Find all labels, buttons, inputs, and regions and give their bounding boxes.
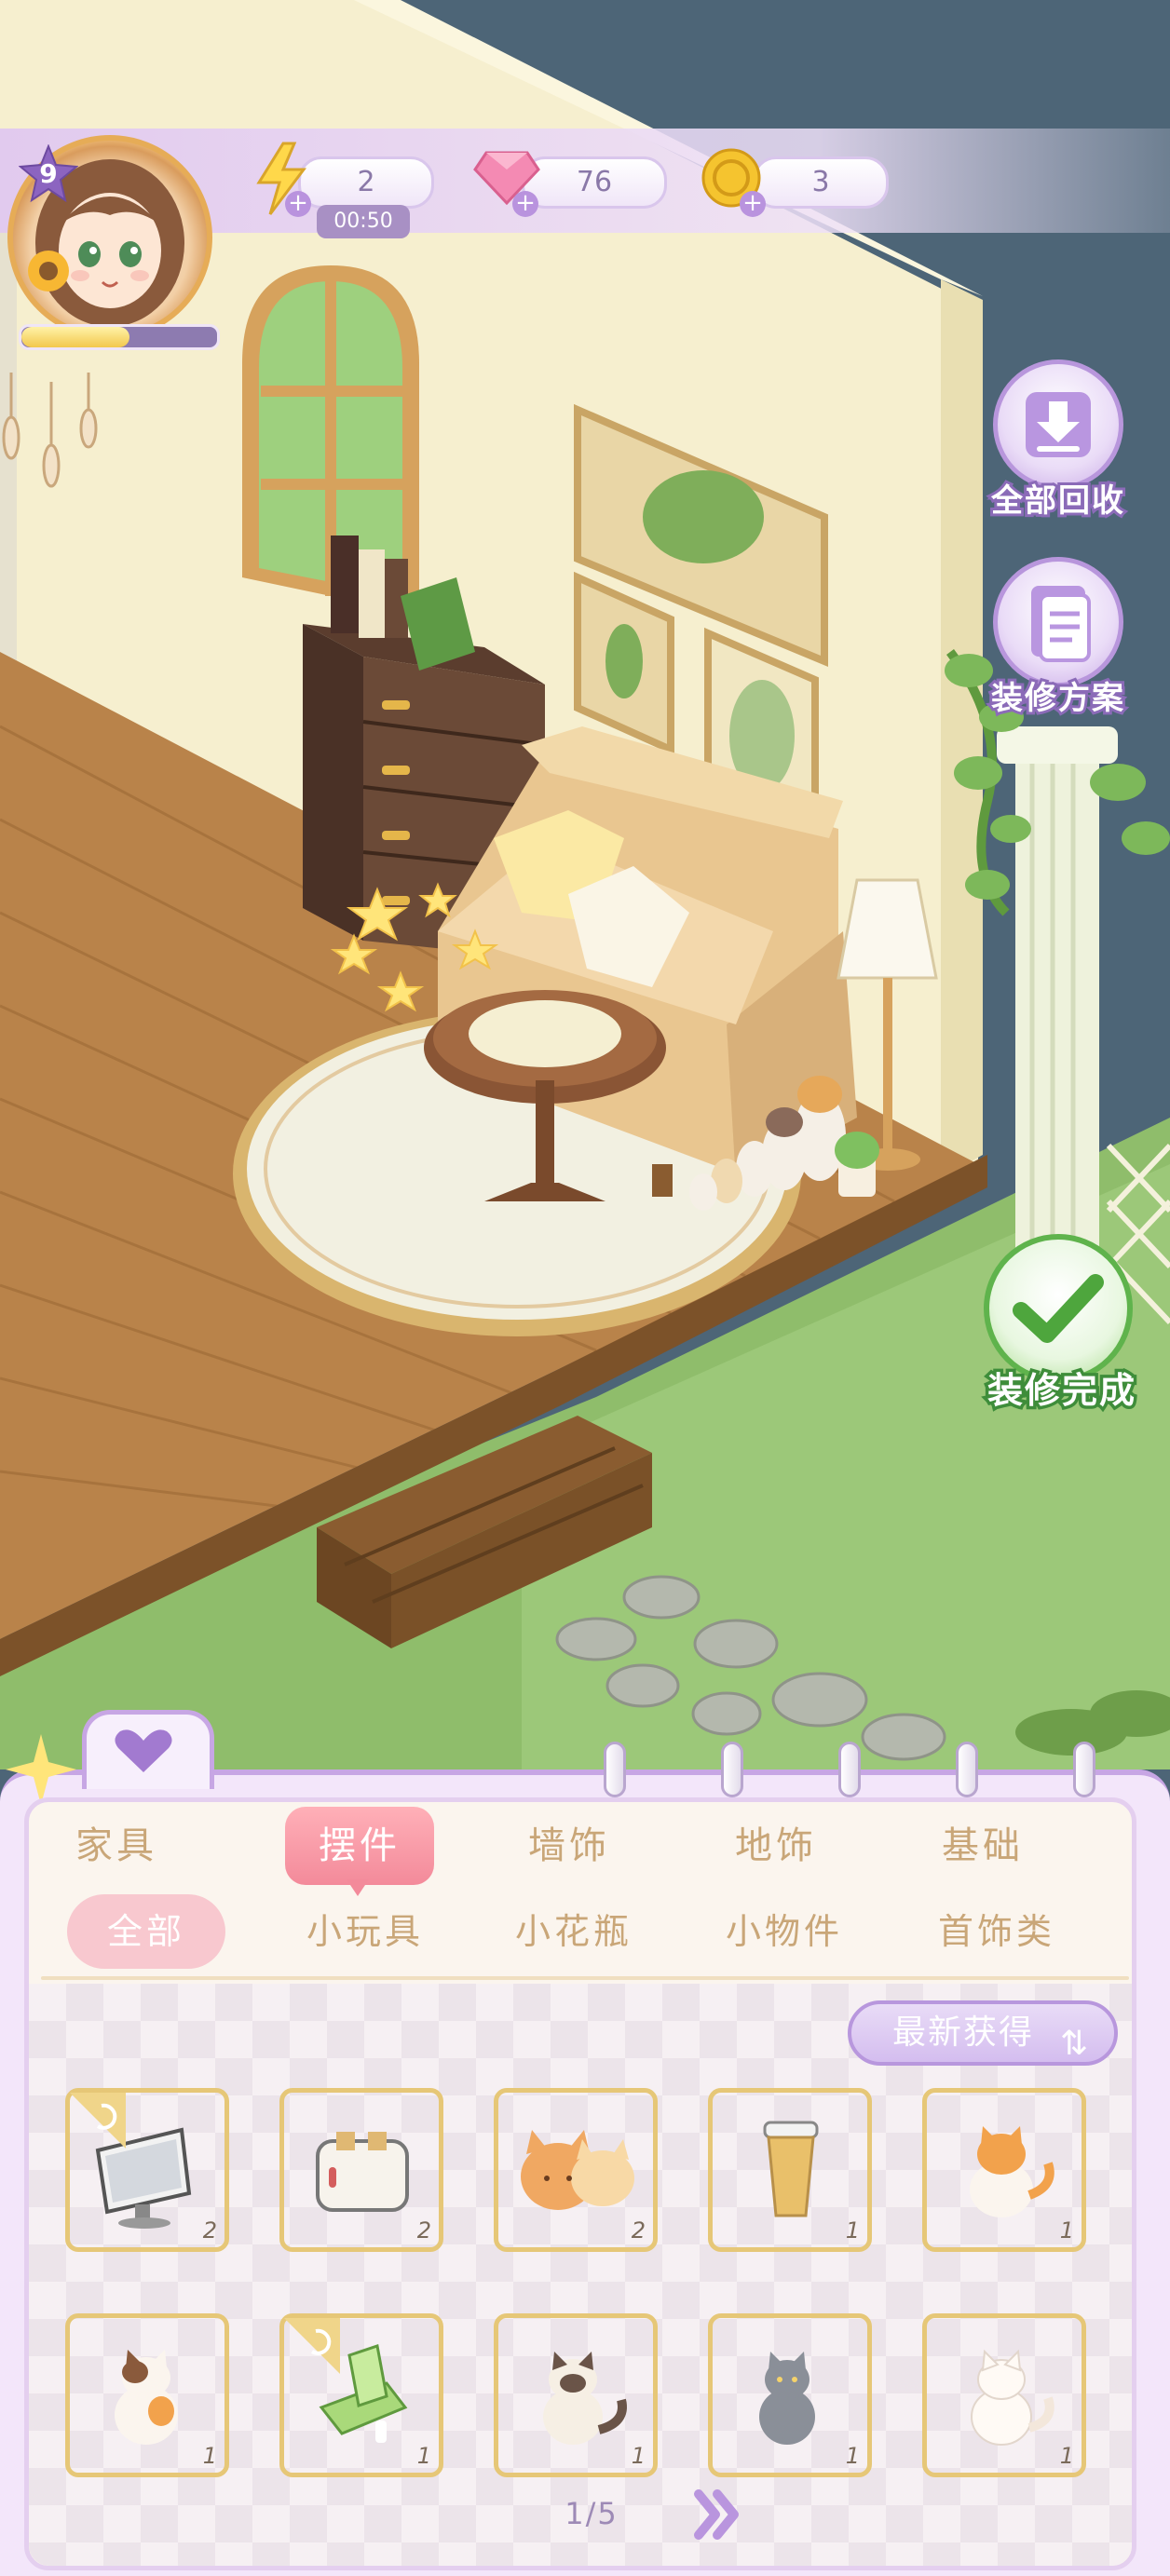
item-card-siamese-cat[interactable]: 1 <box>494 2313 658 2477</box>
cup-icon <box>763 2121 819 2217</box>
toaster-icon <box>316 2132 409 2212</box>
coin-counter[interactable]: 3 <box>753 156 889 209</box>
sort-arrows-icon: ⇅ <box>1059 2025 1090 2063</box>
finish-decor-label: 装修完成 <box>984 1367 1137 1415</box>
sub-category-tabs: 全部 小玩具 小花瓶 小物件 首饰类 <box>37 1894 1136 1978</box>
item-count: 1 <box>845 2217 860 2244</box>
checkmark-icon <box>1013 1274 1104 1343</box>
recycle-all-label: 全部回收 <box>988 480 1126 522</box>
main-category-tabs: 家具 摆件 墙饰 地饰 基础 <box>37 1807 1136 1891</box>
item-card-calico-cat[interactable]: 1 <box>65 2313 229 2477</box>
tab-basic[interactable]: 基础 <box>904 1807 1062 1885</box>
calico-cat-icon <box>115 2350 178 2445</box>
subtab-all[interactable]: 全部 <box>67 1894 225 1969</box>
binder-ring <box>721 1742 743 1797</box>
subtab-small-items[interactable]: 小物件 <box>701 1894 868 1969</box>
document-icon <box>1031 586 1091 662</box>
finish-decor-button[interactable] <box>984 1234 1133 1383</box>
item-count: 1 <box>1059 2443 1074 2469</box>
gem-value: 76 <box>576 166 613 198</box>
tab-wall-decor[interactable]: 墙饰 <box>490 1807 648 1885</box>
subtab-jewelry[interactable]: 首饰类 <box>913 1894 1081 1969</box>
binder-ring <box>604 1742 626 1797</box>
player-level: 9 <box>39 158 58 189</box>
item-card-cat-cushions[interactable]: 2 <box>494 2088 658 2252</box>
tab-ornaments[interactable]: 摆件 <box>285 1807 434 1885</box>
level-badge: 9 <box>19 144 78 204</box>
energy-counter[interactable]: 2 <box>298 156 434 209</box>
item-card-toaster[interactable]: 2 <box>279 2088 443 2252</box>
add-coin-button[interactable]: + <box>740 191 766 217</box>
refresh-corner-icon <box>70 2093 126 2149</box>
item-count: 1 <box>416 2443 431 2469</box>
item-count: 2 <box>416 2217 431 2244</box>
collapse-panel-button[interactable] <box>82 1710 214 1789</box>
item-card-green-gadget[interactable]: 1 <box>279 2313 443 2477</box>
decor-plan-button[interactable] <box>993 557 1123 687</box>
refresh-corner-icon <box>284 2318 340 2374</box>
gem-counter[interactable]: 76 <box>522 156 667 209</box>
next-page-icon[interactable] <box>689 2487 745 2542</box>
cat-cushion-icon <box>521 2130 634 2210</box>
energy-value: 2 <box>357 166 375 198</box>
xp-progress-bar <box>19 324 220 350</box>
orange-cat-icon <box>970 2126 1054 2217</box>
binder-ring <box>956 1742 978 1797</box>
item-count: 1 <box>1059 2217 1074 2244</box>
subtab-small-toys[interactable]: 小玩具 <box>281 1894 449 1969</box>
coin-value: 3 <box>811 166 830 198</box>
xp-progress-fill <box>21 327 129 347</box>
tab-floor-decor[interactable]: 地饰 <box>697 1807 855 1885</box>
energy-timer: 00:50 <box>317 205 410 238</box>
item-card-monitor[interactable]: 2 <box>65 2088 229 2252</box>
binder-ring <box>838 1742 861 1797</box>
heart-chevron-icon <box>115 1729 172 1772</box>
recycle-all-button[interactable] <box>993 359 1123 490</box>
items-grid-background <box>29 1984 1132 2566</box>
item-count: 1 <box>631 2443 646 2469</box>
decor-plan-label: 装修方案 <box>988 677 1126 720</box>
subtab-small-vases[interactable]: 小花瓶 <box>490 1894 658 1969</box>
siamese-cat-icon <box>543 2352 627 2445</box>
item-card-orange-cat[interactable]: 1 <box>922 2088 1086 2252</box>
sort-newest-button[interactable]: 最新获得 ⇅ <box>848 2000 1118 2066</box>
sort-label: 最新获得 <box>892 2013 1035 2052</box>
download-icon <box>1026 392 1091 457</box>
white-cat-icon <box>971 2349 1054 2446</box>
item-count: 2 <box>202 2217 217 2244</box>
item-card-white-cat[interactable]: 1 <box>922 2313 1086 2477</box>
tabs-divider <box>41 1976 1129 1980</box>
binder-ring <box>1073 1742 1095 1797</box>
page-indicator: 1/5 <box>565 2496 619 2531</box>
item-count: 1 <box>845 2443 860 2469</box>
item-card-cup[interactable]: 1 <box>708 2088 872 2252</box>
add-energy-button[interactable]: + <box>285 191 311 217</box>
gray-cat-icon <box>759 2352 815 2445</box>
item-count: 2 <box>631 2217 646 2244</box>
add-gem-button[interactable]: + <box>512 191 538 217</box>
item-card-gray-cat[interactable]: 1 <box>708 2313 872 2477</box>
sparkle-icon <box>6 1734 76 1805</box>
item-count: 1 <box>202 2443 217 2469</box>
player-avatar-area[interactable]: 9 <box>7 135 222 349</box>
tab-furniture[interactable]: 家具 <box>37 1807 196 1885</box>
